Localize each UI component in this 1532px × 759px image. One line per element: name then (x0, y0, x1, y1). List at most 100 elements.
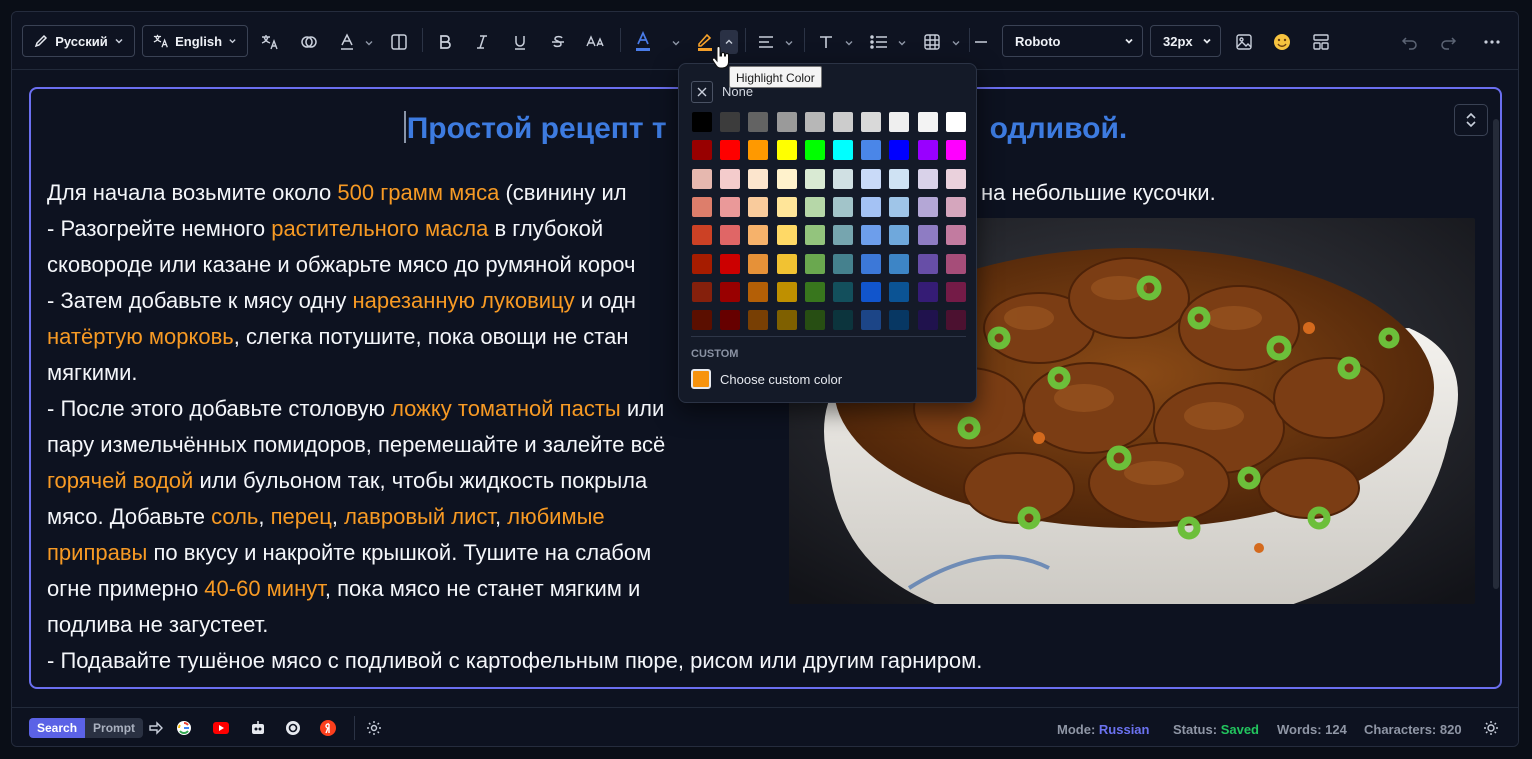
color-swatch[interactable] (861, 310, 882, 331)
color-swatch[interactable] (776, 196, 797, 217)
color-swatch[interactable] (917, 310, 938, 331)
color-swatch[interactable] (720, 196, 741, 217)
color-swatch[interactable] (692, 112, 712, 132)
font-family-select[interactable]: Roboto (1002, 25, 1143, 57)
color-swatch[interactable] (748, 310, 769, 331)
color-swatch[interactable] (917, 225, 938, 246)
chevron-down-icon[interactable] (844, 38, 854, 48)
color-swatch[interactable] (748, 112, 769, 132)
color-swatch[interactable] (692, 168, 712, 189)
color-swatch[interactable] (861, 168, 882, 189)
underline-button[interactable] (509, 31, 531, 53)
custom-color-option[interactable]: Choose custom color (691, 369, 842, 389)
text-style-button[interactable] (336, 31, 358, 53)
color-swatch[interactable] (917, 168, 938, 189)
emoji-button[interactable] (1271, 31, 1293, 53)
more-options-button[interactable] (1481, 31, 1503, 53)
color-swatch[interactable] (776, 253, 797, 274)
columns-button[interactable] (388, 31, 410, 53)
color-swatch[interactable] (748, 253, 769, 274)
color-swatch[interactable] (833, 112, 853, 132)
no-color-option[interactable] (691, 81, 713, 103)
color-swatch[interactable] (945, 112, 966, 132)
color-swatch[interactable] (804, 140, 825, 161)
color-swatch[interactable] (889, 253, 910, 274)
color-swatch[interactable] (889, 196, 910, 217)
color-swatch[interactable] (804, 225, 825, 246)
target-language-select[interactable]: English (142, 25, 248, 57)
color-swatch[interactable] (945, 168, 966, 189)
color-swatch[interactable] (720, 140, 741, 161)
font-size-select[interactable]: 32px (1150, 25, 1221, 57)
color-swatch[interactable] (720, 281, 741, 302)
theme-sun-icon[interactable] (1483, 720, 1499, 736)
prompt-mode-button[interactable]: Prompt (85, 718, 144, 738)
color-swatch[interactable] (833, 253, 853, 274)
font-case-button[interactable] (585, 31, 607, 53)
color-swatch[interactable] (804, 281, 825, 302)
chevron-down-icon[interactable] (671, 38, 681, 48)
undo-button[interactable] (1399, 31, 1421, 53)
color-swatch[interactable] (804, 168, 825, 189)
mode-toggle[interactable]: Search Prompt (29, 718, 144, 738)
color-swatch[interactable] (692, 140, 712, 161)
color-swatch[interactable] (945, 225, 966, 246)
search-mode-button[interactable]: Search (29, 718, 86, 738)
settings-gear-icon[interactable] (366, 720, 382, 736)
color-swatch[interactable] (804, 196, 825, 217)
color-swatch[interactable] (692, 310, 712, 331)
color-swatch[interactable] (833, 281, 853, 302)
chevron-down-icon[interactable] (364, 38, 374, 48)
italic-button[interactable] (471, 31, 493, 53)
color-swatch[interactable] (889, 168, 910, 189)
color-swatch[interactable] (748, 140, 769, 161)
layout-button[interactable] (1310, 31, 1332, 53)
color-swatch[interactable] (720, 253, 741, 274)
color-swatch[interactable] (776, 310, 797, 331)
color-swatch[interactable] (776, 140, 797, 161)
horizontal-rule-button[interactable] (970, 31, 992, 53)
color-swatch[interactable] (833, 310, 853, 331)
color-swatch[interactable] (917, 140, 938, 161)
color-swatch[interactable] (833, 225, 853, 246)
color-swatch[interactable] (692, 225, 712, 246)
link-button[interactable] (298, 31, 320, 53)
openai-icon[interactable] (285, 720, 301, 736)
color-swatch[interactable] (917, 253, 938, 274)
color-swatch[interactable] (776, 112, 797, 132)
translate-button[interactable] (259, 31, 281, 53)
color-swatch[interactable] (776, 225, 797, 246)
color-swatch[interactable] (776, 168, 797, 189)
color-swatch[interactable] (861, 225, 882, 246)
color-swatch[interactable] (720, 310, 741, 331)
list-button[interactable] (868, 31, 890, 53)
color-swatch[interactable] (917, 112, 938, 132)
google-icon[interactable] (176, 720, 192, 736)
color-swatch[interactable] (776, 281, 797, 302)
redo-button[interactable] (1437, 31, 1459, 53)
yandex-icon[interactable] (320, 720, 336, 736)
color-swatch[interactable] (889, 112, 910, 132)
ai-bot-icon[interactable] (250, 720, 266, 736)
color-swatch[interactable] (804, 310, 825, 331)
chevron-down-icon[interactable] (897, 38, 907, 48)
color-swatch[interactable] (692, 281, 712, 302)
color-swatch[interactable] (692, 253, 712, 274)
color-swatch[interactable] (692, 196, 712, 217)
color-swatch[interactable] (833, 196, 853, 217)
color-swatch[interactable] (945, 140, 966, 161)
color-swatch[interactable] (748, 225, 769, 246)
color-swatch[interactable] (861, 140, 882, 161)
color-swatch[interactable] (889, 140, 910, 161)
color-swatch[interactable] (748, 168, 769, 189)
color-swatch[interactable] (889, 281, 910, 302)
source-language-select[interactable]: Русский (22, 25, 135, 57)
bold-button[interactable] (434, 31, 456, 53)
color-swatch[interactable] (889, 310, 910, 331)
color-swatch[interactable] (889, 225, 910, 246)
editor-scrollbar[interactable] (1493, 119, 1499, 589)
color-swatch[interactable] (720, 112, 741, 132)
color-swatch[interactable] (945, 281, 966, 302)
color-swatch[interactable] (833, 168, 853, 189)
color-swatch[interactable] (720, 168, 741, 189)
